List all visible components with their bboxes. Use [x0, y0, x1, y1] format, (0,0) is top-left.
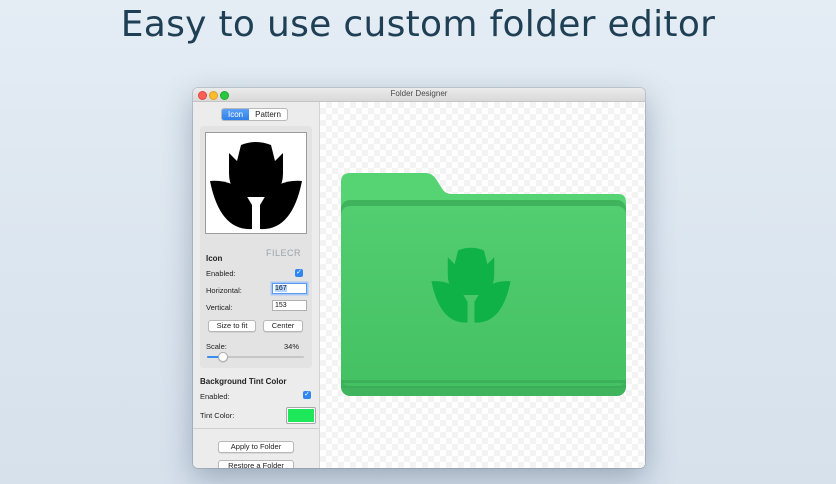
icon-preview[interactable] — [205, 132, 307, 234]
vertical-input[interactable]: 153 — [272, 300, 307, 311]
horizontal-input[interactable]: 167 — [272, 283, 307, 294]
icon-enabled-label: Enabled: — [206, 269, 236, 278]
page-headline: Easy to use custom folder editor — [120, 4, 716, 45]
size-to-fit-button[interactable]: Size to fit — [208, 320, 256, 332]
tint-color-label: Tint Color: — [200, 411, 235, 420]
tint-color-swatch — [288, 409, 314, 422]
tab-pattern[interactable]: Pattern — [249, 109, 287, 120]
scale-slider-handle[interactable] — [217, 352, 228, 362]
background-tint-heading: Background Tint Color — [200, 377, 287, 386]
sidebar-divider — [193, 428, 319, 429]
window-title: Folder Designer — [390, 89, 448, 98]
vertical-label: Vertical: — [206, 303, 233, 312]
center-button[interactable]: Center — [263, 320, 303, 332]
tab-icon[interactable]: Icon — [222, 109, 250, 120]
scale-label: Scale: — [206, 342, 227, 351]
apply-to-folder-button[interactable]: Apply to Folder — [218, 441, 294, 453]
tint-enabled-label: Enabled: — [200, 392, 230, 401]
folder-designer-window: Folder Designer Icon Pattern FILECR Icon… — [193, 88, 645, 468]
horizontal-value: 167 — [275, 285, 287, 292]
title-bar: Folder Designer — [193, 88, 645, 102]
horizontal-label: Horizontal: — [206, 286, 242, 295]
checkmark-icon: ✓ — [296, 269, 302, 276]
scale-value: 34% — [284, 342, 300, 351]
tulip-icon — [210, 142, 302, 230]
watermark-text: FILECR — [266, 248, 302, 258]
tint-color-well[interactable] — [286, 407, 316, 424]
checkmark-icon: ✓ — [304, 391, 310, 398]
restore-folder-button[interactable]: Restore a Folder — [218, 460, 294, 468]
icon-section-heading: Icon — [206, 254, 223, 263]
vertical-value: 153 — [275, 302, 287, 309]
folder-preview-canvas — [320, 102, 645, 468]
mode-segmented-control: Icon Pattern — [221, 108, 288, 121]
folder-icon — [341, 173, 626, 396]
tint-enabled-checkbox[interactable]: ✓ — [303, 391, 311, 399]
settings-sidebar: Icon Pattern FILECR Icon Enabled: ✓ Hori… — [193, 102, 320, 468]
icon-enabled-checkbox[interactable]: ✓ — [295, 269, 303, 277]
